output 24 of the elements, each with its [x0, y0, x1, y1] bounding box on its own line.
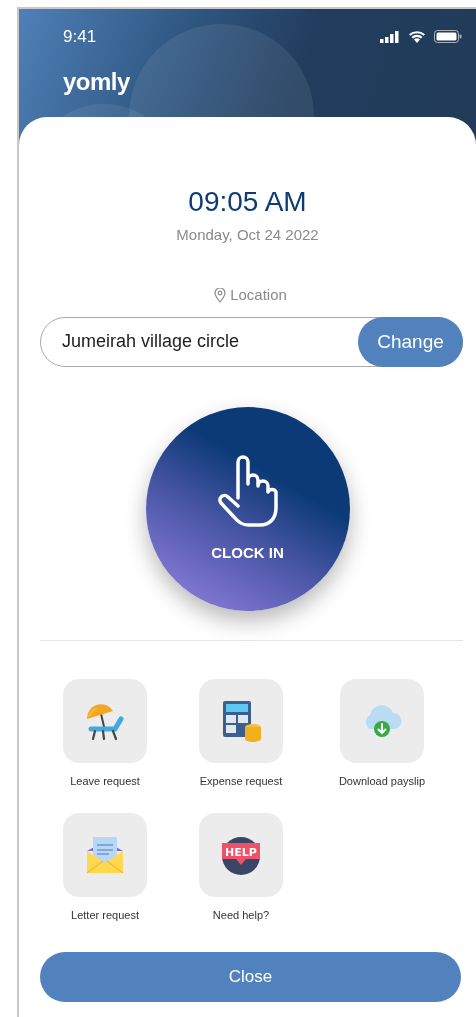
clock-date: Monday, Oct 24 2022	[175, 224, 320, 245]
signal-icon	[380, 30, 400, 43]
status-time: 9:41	[63, 26, 97, 48]
action-label: Letter request	[71, 908, 139, 924]
clock-in-button[interactable]: CLOCK IN	[145, 406, 350, 611]
location-label: Location	[230, 285, 287, 306]
action-label: Need help?	[212, 908, 270, 924]
action-label: Download payslip	[338, 773, 426, 789]
close-button[interactable]: Close	[40, 951, 461, 1002]
action-tile[interactable]	[199, 678, 283, 763]
battery-icon	[434, 30, 462, 44]
action-label: Leave request	[70, 773, 140, 789]
app-logo: yomly	[63, 69, 131, 94]
change-button[interactable]: Change	[358, 316, 463, 367]
action-label: Expense request	[199, 773, 283, 789]
action-tile[interactable]: HELP	[199, 813, 283, 898]
location-pin-icon	[214, 288, 227, 304]
action-tile[interactable]	[63, 813, 147, 898]
action-tile[interactable]	[63, 678, 147, 763]
location-field[interactable]: Jumeirah village circle Change	[40, 316, 463, 367]
clock-time: 09:05 AM	[187, 187, 308, 218]
wifi-icon	[408, 30, 426, 44]
action-tile[interactable]	[340, 678, 424, 763]
help-text: HELP	[225, 846, 257, 860]
